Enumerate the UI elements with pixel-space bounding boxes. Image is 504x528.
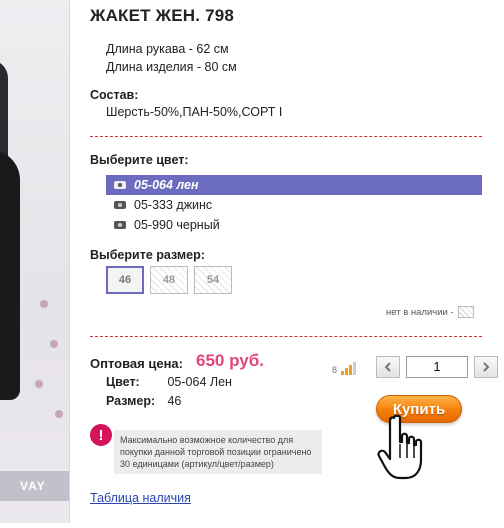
flower-decoration — [35, 380, 43, 388]
flower-decoration — [50, 340, 58, 348]
size-option[interactable]: 48 — [150, 266, 188, 294]
color-option-label: 05-990 черный — [134, 218, 220, 232]
signal-bars-icon — [341, 362, 357, 375]
jacket-shape — [0, 150, 20, 400]
camera-icon[interactable] — [114, 221, 126, 229]
selected-color-row: Цвет: 05-064 Лен — [106, 375, 232, 389]
sleeve-length: Длина рукава - 62 см — [106, 42, 229, 56]
availability-legend: нет в наличии - — [386, 306, 474, 318]
product-title: ЖАКЕТ ЖЕН. 798 — [90, 6, 235, 25]
product-dimensions: Длина рукава - 62 см Длина изделия - 80 … — [106, 40, 237, 76]
chevron-right-icon — [483, 362, 490, 372]
color-option-label: 05-064 лен — [134, 178, 199, 192]
availability-table-link[interactable]: Таблица наличия — [90, 491, 191, 505]
size-option[interactable]: 46 — [106, 266, 144, 294]
stock-bar — [341, 371, 345, 375]
unavailable-swatch — [457, 306, 474, 318]
divider — [90, 336, 482, 337]
hand-cursor-icon — [377, 414, 423, 480]
size-label: Выберите размер: — [90, 248, 205, 262]
composition-value: Шерсть-50%,ПАН-50%,СОРТ I — [106, 105, 283, 119]
stock-bar — [353, 362, 357, 375]
selected-size-value: 46 — [167, 394, 182, 408]
selected-color-key: Цвет: — [106, 375, 140, 389]
color-list: 05-064 лен 05-333 джинс 05-990 черный — [106, 175, 482, 235]
size-option[interactable]: 54 — [194, 266, 232, 294]
selected-size-key: Размер: — [106, 394, 156, 408]
warning-text: Максимально возможное количество для пок… — [114, 430, 322, 474]
price-value: 650 руб. — [196, 351, 264, 370]
availability-note: нет в наличии - — [386, 306, 454, 318]
color-option[interactable]: 05-064 лен — [106, 175, 482, 195]
selected-color-value: 05-064 Лен — [167, 375, 232, 389]
size-options: 46 48 54 — [106, 266, 232, 294]
camera-icon[interactable] — [114, 201, 126, 209]
color-option[interactable]: 05-333 джинс — [106, 195, 482, 215]
color-option[interactable]: 05-990 черный — [106, 215, 482, 235]
selected-size-row: Размер: 46 — [106, 394, 181, 408]
stock-bar — [349, 365, 353, 375]
flower-decoration — [55, 410, 63, 418]
quantity-input[interactable] — [406, 356, 468, 378]
exclamation-icon: ! — [90, 424, 112, 446]
quantity-stepper — [376, 356, 498, 378]
quantity-decrease-button[interactable] — [376, 356, 400, 378]
composition-label: Состав: — [90, 88, 139, 102]
stock-indicator: 8 — [332, 362, 357, 375]
divider — [90, 136, 482, 137]
quantity-increase-button[interactable] — [474, 356, 498, 378]
chevron-left-icon — [384, 362, 391, 372]
item-length: Длина изделия - 80 см — [106, 60, 237, 74]
price-label: Оптовая цена: — [90, 356, 183, 371]
stock-count: 8 — [332, 365, 338, 375]
color-label: Выберите цвет: — [90, 153, 189, 167]
camera-icon[interactable] — [114, 181, 126, 189]
product-photo[interactable]: VAY — [0, 0, 70, 523]
photo-watermark: VAY — [0, 471, 69, 501]
stock-bar — [345, 368, 349, 375]
flower-decoration — [40, 300, 48, 308]
color-option-label: 05-333 джинс — [134, 198, 213, 212]
